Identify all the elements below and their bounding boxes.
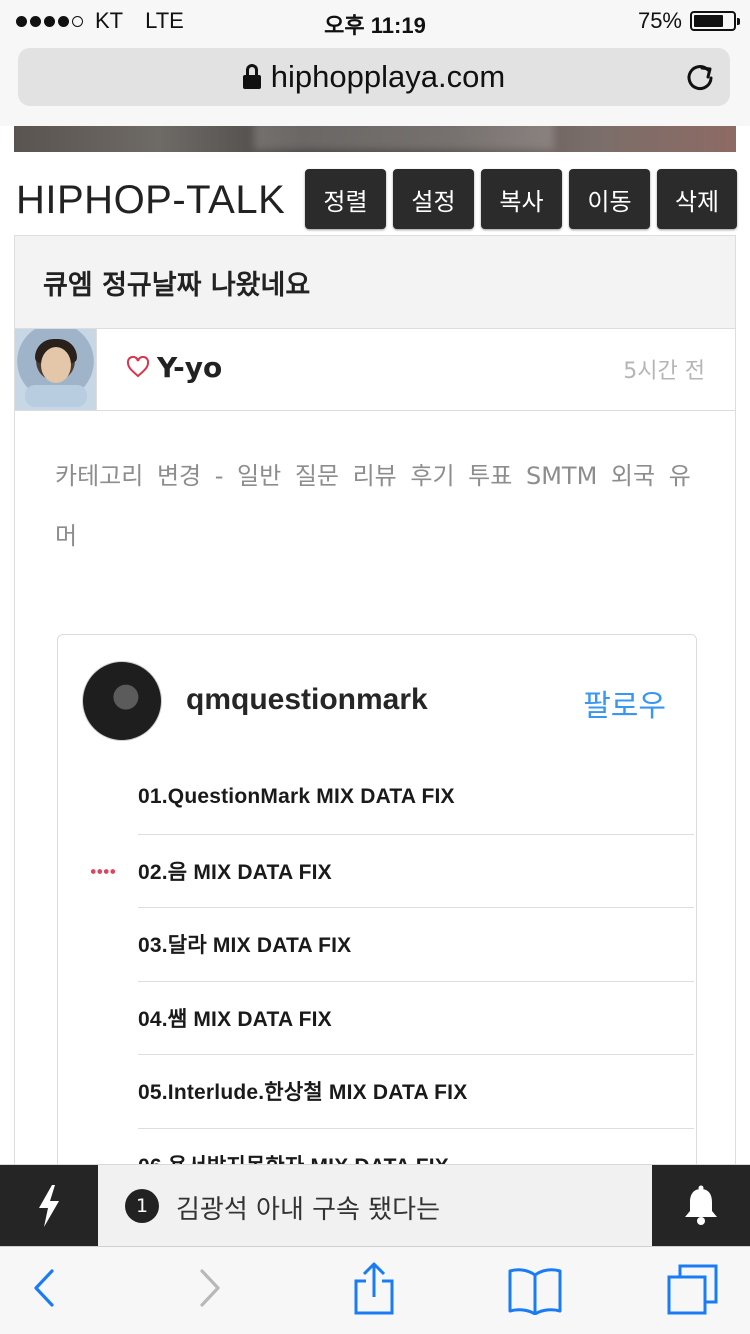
author-name[interactable]: Y-yo <box>157 351 222 384</box>
lock-icon <box>242 64 261 90</box>
category-change-line[interactable]: 카테고리 변경 - 일반 질문 리뷰 후기 투표 SMTM 외국 유머 <box>55 446 705 566</box>
move-button[interactable]: 이동 <box>569 169 650 229</box>
notification-button[interactable] <box>652 1165 750 1247</box>
bookmarks-icon[interactable] <box>507 1267 563 1315</box>
sort-button[interactable]: 정렬 <box>305 169 386 229</box>
url-text: hiphopplaya.com <box>270 59 506 94</box>
track-item: 01.QuestionMark MIX DATA FIX <box>138 761 694 835</box>
track-item: 03.달라 MIX DATA FIX <box>138 908 694 982</box>
track-title: 03.달라 MIX DATA FIX <box>138 934 352 958</box>
bell-icon <box>685 1185 717 1225</box>
reload-icon[interactable] <box>684 61 716 93</box>
track-marker-icon <box>90 868 116 874</box>
tracklist: 01.QuestionMark MIX DATA FIX 02.음 MIX DA… <box>90 761 694 1202</box>
track-item: 02.음 MIX DATA FIX <box>90 835 694 908</box>
settings-button[interactable]: 설정 <box>393 169 474 229</box>
status-right: 75% <box>637 8 740 34</box>
track-title: 04.쌤 MIX DATA FIX <box>138 1007 332 1031</box>
flash-button[interactable] <box>0 1165 98 1247</box>
lightning-icon <box>39 1185 59 1227</box>
instagram-embed: qmquestionmark 팔로우 01.QuestionMark MIX D… <box>57 634 697 1254</box>
board-tool-buttons: 정렬 설정 복사 이동 삭제 <box>305 169 737 229</box>
notice-text[interactable]: 김광석 아내 구속 됐다는 <box>176 1189 440 1226</box>
track-title: 01.QuestionMark MIX DATA FIX <box>138 785 455 809</box>
tabs-icon[interactable] <box>666 1263 720 1317</box>
follow-button[interactable]: 팔로우 <box>583 681 666 725</box>
notice-bar[interactable]: 1 김광석 아내 구속 됐다는 <box>0 1164 750 1247</box>
track-title: 02.음 MIX DATA FIX <box>138 860 332 884</box>
post-title-bar: 큐엠 정규날짜 나왔네요 <box>15 236 735 329</box>
author-row: Y-yo 5시간 전 <box>15 329 735 411</box>
back-icon[interactable] <box>30 1265 58 1311</box>
banner-image[interactable] <box>14 126 736 152</box>
address-bar[interactable]: hiphopplaya.com <box>18 48 730 106</box>
track-item: 05.Interlude.한상철 MIX DATA FIX <box>138 1055 694 1129</box>
copy-button[interactable]: 복사 <box>481 169 562 229</box>
post-card: 큐엠 정규날짜 나왔네요 Y-yo 5시간 전 카테고리 변경 - 일반 질문 … <box>14 235 736 1254</box>
battery-percent: 75% <box>637 8 682 33</box>
battery-fill <box>694 15 723 27</box>
heart-icon[interactable] <box>126 356 150 378</box>
embed-user-avatar[interactable] <box>82 661 162 741</box>
status-bar: KT LTE 오후 11:19 75% <box>0 0 750 40</box>
post-title: 큐엠 정규날짜 나왔네요 <box>43 269 311 301</box>
author-avatar[interactable] <box>15 329 97 410</box>
delete-button[interactable]: 삭제 <box>657 169 737 229</box>
track-title: 05.Interlude.한상철 MIX DATA FIX <box>138 1081 468 1105</box>
browser-toolbar <box>0 1246 750 1334</box>
post-time: 5시간 전 <box>623 359 705 384</box>
board-title: HIPHOP-TALK <box>16 178 286 222</box>
share-icon[interactable] <box>352 1261 396 1317</box>
battery-icon <box>690 11 740 31</box>
notice-rank-badge: 1 <box>125 1189 159 1223</box>
track-item: 04.쌤 MIX DATA FIX <box>138 982 694 1055</box>
embed-username[interactable]: qmquestionmark <box>186 683 428 717</box>
browser-address-area: hiphopplaya.com <box>0 40 750 126</box>
forward-icon[interactable] <box>196 1265 224 1311</box>
